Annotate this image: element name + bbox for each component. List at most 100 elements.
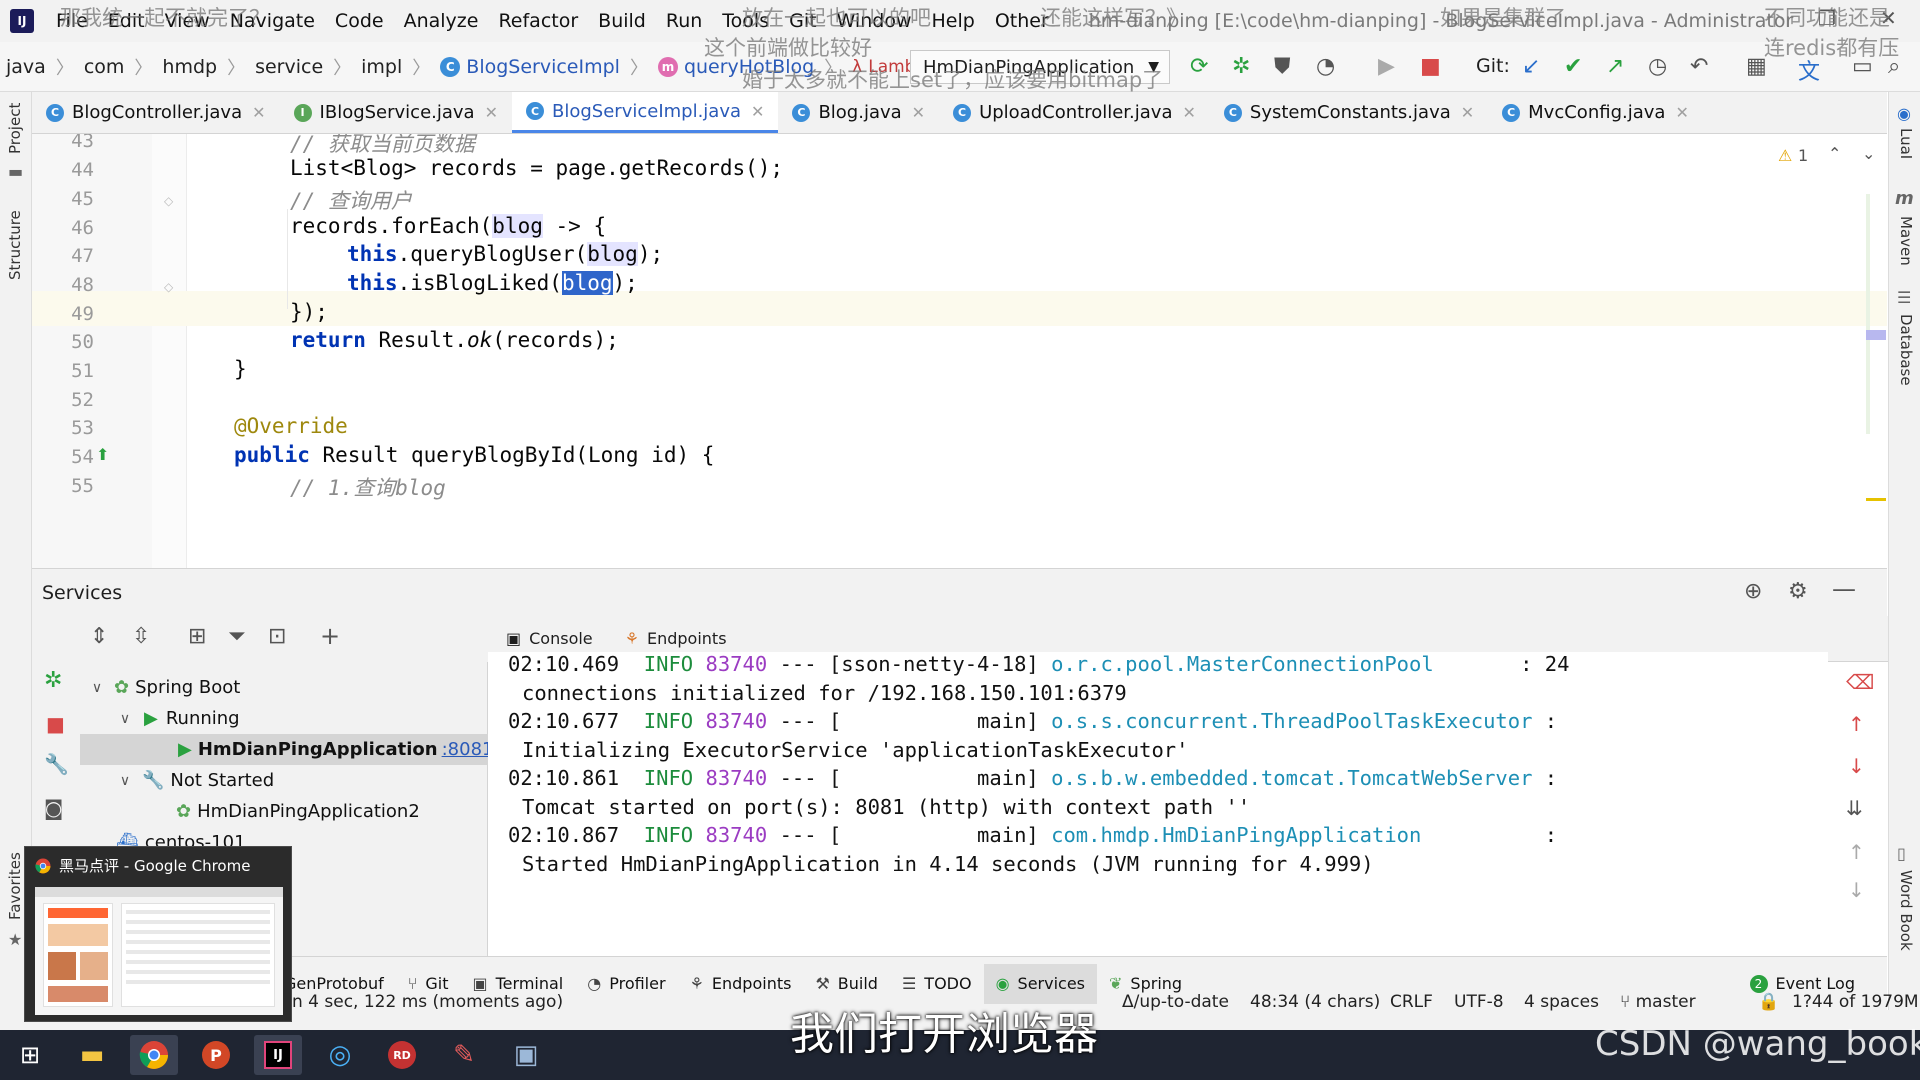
wordbook-tool-button[interactable]: Word Book [1897,870,1915,951]
coverage-icon[interactable]: ⛊ [1274,54,1291,79]
git-history-icon[interactable]: ◷ [1648,54,1667,79]
breadcrumb-java[interactable]: java [0,56,52,78]
status-vcs[interactable]: Δ/up-to-date [1122,992,1229,1012]
tab-blog[interactable]: C Blog.java ✕ [778,92,939,133]
menu-run[interactable]: Run [656,10,712,32]
warning-icon[interactable]: ⚠ [1778,146,1792,165]
structure-tool-button[interactable]: Structure [6,210,24,280]
browser-icon[interactable]: ◎ [316,1035,364,1075]
git-commit-icon[interactable]: ✔ [1564,54,1582,79]
tab-blogserviceimpl[interactable]: C BlogServiceImpl.java ✕ [512,92,779,133]
tree-not-started[interactable]: ∨ 🔧 Not Started [80,765,488,796]
powerpoint-icon[interactable]: P [192,1035,240,1075]
status-cursor-position[interactable]: 48:34 (4 chars) [1250,992,1380,1012]
chrome-icon[interactable] [130,1035,178,1075]
preview-thumbnail[interactable] [35,887,283,1015]
intellij-icon[interactable]: IJ [254,1035,302,1075]
close-tab-icon[interactable]: ✕ [485,103,498,122]
up-arrow-icon[interactable]: ↑ [1848,712,1865,736]
maven-tool-button[interactable]: Maven [1897,216,1915,266]
luai-tool-button[interactable]: LuaI [1897,128,1915,159]
profile-icon[interactable]: ◔ [1316,54,1335,79]
close-tab-icon[interactable]: ✕ [252,103,265,122]
group-icon[interactable]: ⊞ [188,624,206,649]
menu-build[interactable]: Build [588,10,656,32]
next-highlight-icon[interactable]: ⌄ [1862,144,1875,163]
git-update-icon[interactable]: ↙ [1522,54,1540,79]
tree-hmdianping-application[interactable]: ▶ HmDianPingApplication :8081/ [80,734,500,765]
down-arrow-icon[interactable]: ↓ [1848,754,1865,778]
database-tool-button[interactable]: Database [1897,314,1915,386]
rerun-icon[interactable]: ⟳ [1190,54,1208,79]
close-tab-icon[interactable]: ✕ [1675,103,1688,122]
close-tab-icon[interactable]: ✕ [1461,103,1474,122]
xshell-icon[interactable]: ✎ [440,1035,488,1075]
project-tool-button[interactable]: Project [6,103,24,154]
filter-icon[interactable]: ⏷ [228,624,246,649]
chevron-down-icon[interactable]: ∨ [114,773,136,789]
status-memory[interactable]: 1?44 of 1979M [1792,992,1919,1012]
git-push-icon[interactable]: ↗ [1606,54,1624,79]
close-tab-icon[interactable]: ✕ [751,102,764,121]
add-service-icon[interactable]: + [320,622,340,650]
scroll-to-end-icon[interactable]: ⇊ [1846,796,1863,820]
stop-icon[interactable]: ■ [46,712,65,736]
git-rollback-icon[interactable]: ↶ [1690,54,1708,79]
editor-scrollbar[interactable] [1866,194,1870,434]
tool-tab-endpoints[interactable]: ⚘ Endpoints [678,964,804,1004]
close-tab-icon[interactable]: ✕ [912,103,925,122]
redis-desktop-icon[interactable]: RD [378,1035,426,1075]
run-icon[interactable]: ▶ [1378,54,1395,79]
camera-icon[interactable]: ◙ [44,796,63,820]
stop-icon[interactable]: ■ [1420,54,1441,79]
windows-start-icon[interactable]: ⊞ [6,1035,54,1075]
tab-systemconstants[interactable]: C SystemConstants.java ✕ [1210,92,1488,133]
file-explorer-icon[interactable]: ▬ [68,1035,116,1075]
tab-blogcontroller[interactable]: C BlogController.java ✕ [32,92,280,133]
chrome-taskbar-preview[interactable]: 黑马点评 - Google Chrome [24,846,292,1022]
status-line-separator[interactable]: CRLF [1390,992,1433,1012]
breadcrumb-service[interactable]: service [249,56,329,78]
fold-icon[interactable]: ◇ [164,280,173,294]
minimize-panel-icon[interactable]: — [1832,575,1856,603]
status-encoding[interactable]: UTF-8 [1454,992,1504,1012]
gear-icon[interactable]: ⚙ [1788,579,1808,604]
menu-refactor[interactable]: Refactor [488,10,588,32]
target-icon[interactable]: ⊕ [1744,579,1762,604]
console-output[interactable]: 02:10.469 INFO 83740 --- [sson-netty-4-1… [488,652,1828,956]
override-gutter-icon[interactable]: ⬆ [96,445,109,464]
new-tab-icon[interactable]: ⊡ [268,624,286,649]
tool-tab-profiler[interactable]: ◔ Profiler [575,964,677,1004]
clear-console-icon[interactable]: ⌫ [1846,670,1874,694]
down-arrow-icon[interactable]: ↓ [1848,878,1865,902]
close-tab-icon[interactable]: ✕ [1182,103,1195,122]
tab-iblogservice[interactable]: I IBlogService.java ✕ [280,92,512,133]
debug-icon[interactable]: ✲ [44,668,62,693]
status-git-branch[interactable]: ⑂ master [1620,992,1696,1012]
menu-code[interactable]: Code [325,10,394,32]
breadcrumb-com[interactable]: com [78,56,131,78]
breadcrumb-class[interactable]: C BlogServiceImpl [434,56,626,78]
tree-spring-boot[interactable]: ∨ ✿ Spring Boot [80,672,488,703]
chevron-down-icon[interactable]: ∨ [86,680,108,696]
fold-icon[interactable]: ◇ [164,194,173,208]
chevron-down-icon[interactable]: ∨ [114,711,136,727]
tree-hmdianping-application2[interactable]: ✿ HmDianPingApplication2 [80,796,488,827]
lock-icon[interactable]: 🔒 [1758,992,1779,1012]
menu-analyze[interactable]: Analyze [394,10,489,32]
favorites-tool-button[interactable]: Favorites [6,852,24,920]
wrench-icon[interactable]: 🔧 [44,752,69,776]
breadcrumb-hmdp[interactable]: hmdp [156,56,223,78]
tab-mvcconfig[interactable]: C MvcConfig.java ✕ [1488,92,1703,133]
screenshot-tool-icon[interactable]: ▣ [502,1035,550,1075]
code-editor[interactable]: 43 44 45 46 47 48 49 50 51 52 53 54 55 ⬆… [32,134,1887,568]
tree-running[interactable]: ∨ ▶ Running [80,703,488,734]
status-indent[interactable]: 4 spaces [1524,992,1599,1012]
tab-uploadcontroller[interactable]: C UploadController.java ✕ [939,92,1210,133]
breadcrumb-impl[interactable]: impl [355,56,408,78]
expand-all-icon[interactable]: ⇕ [90,624,108,649]
debug-icon[interactable]: ✲ [1232,54,1250,79]
up-arrow-icon[interactable]: ↑ [1848,840,1865,864]
collapse-all-icon[interactable]: ⇳ [132,624,150,649]
previous-highlight-icon[interactable]: ⌃ [1828,144,1841,163]
